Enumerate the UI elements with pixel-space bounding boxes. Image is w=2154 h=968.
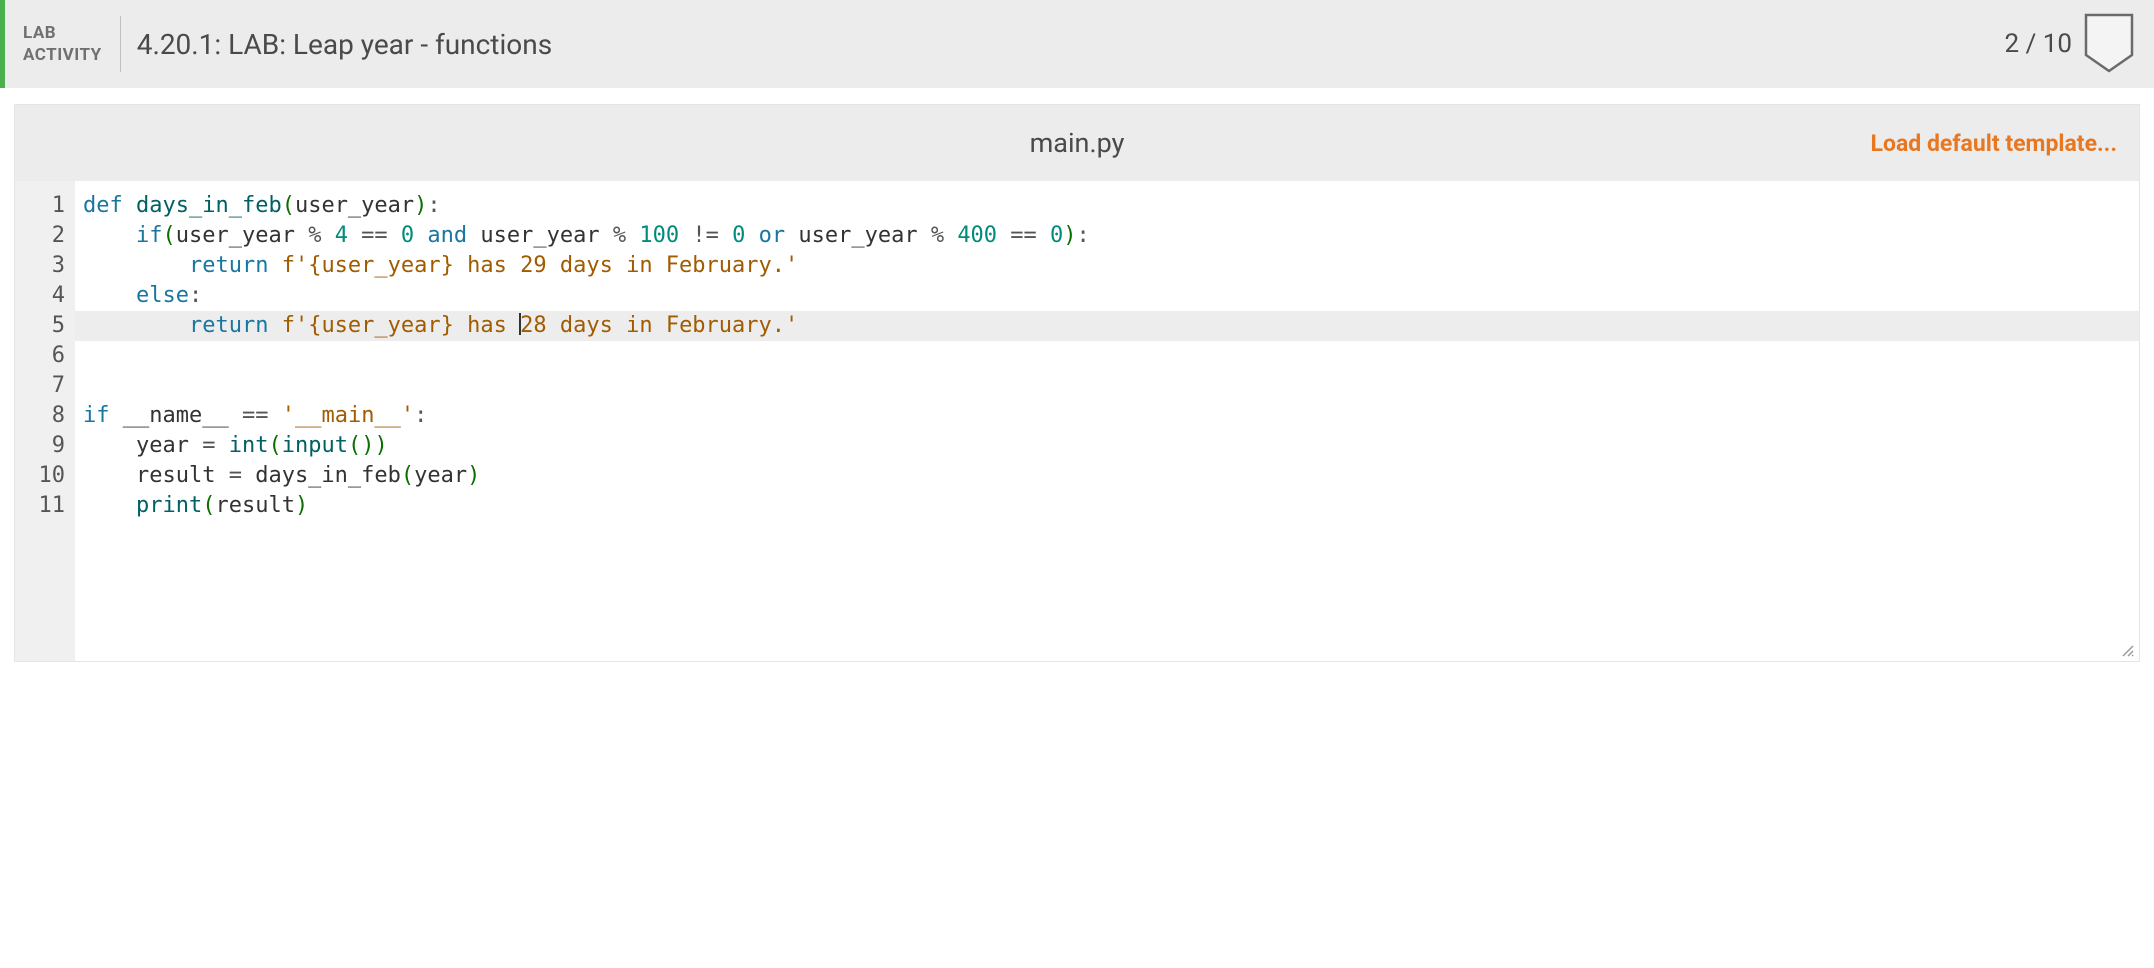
line-number: 8 [29, 401, 65, 431]
code-line[interactable]: result = days_in_feb(year) [75, 461, 2139, 491]
code-line[interactable] [75, 341, 2139, 371]
code-line[interactable]: print(result) [75, 491, 2139, 521]
line-number: 4 [29, 281, 65, 311]
header-divider [120, 16, 121, 72]
code-line[interactable]: if __name__ == '__main__': [75, 401, 2139, 431]
code-editor: main.py Load default template... 1234567… [14, 104, 2140, 662]
lab-header: LAB ACTIVITY 4.20.1: LAB: Leap year - fu… [0, 0, 2154, 88]
file-name: main.py [1030, 127, 1125, 159]
code-line[interactable] [75, 371, 2139, 401]
shield-badge-icon [2084, 13, 2134, 75]
code-line[interactable]: year = int(input()) [75, 431, 2139, 461]
line-number: 11 [29, 491, 65, 521]
line-number: 6 [29, 341, 65, 371]
code-line[interactable]: return f'{user_year} has 29 days in Febr… [75, 251, 2139, 281]
line-number: 3 [29, 251, 65, 281]
line-number: 2 [29, 221, 65, 251]
lab-score: 2 / 10 [2005, 29, 2072, 59]
code-content[interactable]: def days_in_feb(user_year): if(user_year… [75, 181, 2139, 661]
lab-title: 4.20.1: LAB: Leap year - functions [137, 28, 2005, 61]
code-area[interactable]: 1234567891011 def days_in_feb(user_year)… [15, 181, 2139, 661]
line-number-gutter: 1234567891011 [15, 181, 75, 661]
line-number: 1 [29, 191, 65, 221]
lab-label-line2: ACTIVITY [23, 44, 102, 66]
lab-activity-label: LAB ACTIVITY [5, 22, 120, 66]
line-number: 5 [29, 311, 65, 341]
lab-container: LAB ACTIVITY 4.20.1: LAB: Leap year - fu… [0, 0, 2154, 662]
line-number: 10 [29, 461, 65, 491]
line-number: 7 [29, 371, 65, 401]
code-line[interactable]: else: [75, 281, 2139, 311]
line-number: 9 [29, 431, 65, 461]
file-header: main.py Load default template... [15, 105, 2139, 181]
code-line[interactable]: if(user_year % 4 == 0 and user_year % 10… [75, 221, 2139, 251]
resize-handle-icon[interactable] [2121, 643, 2135, 657]
code-line[interactable]: return f'{user_year} has 28 days in Febr… [75, 311, 2139, 341]
lab-label-line1: LAB [23, 22, 102, 44]
code-line[interactable]: def days_in_feb(user_year): [75, 191, 2139, 221]
load-default-template-button[interactable]: Load default template... [1871, 130, 2117, 157]
text-cursor [519, 313, 521, 335]
